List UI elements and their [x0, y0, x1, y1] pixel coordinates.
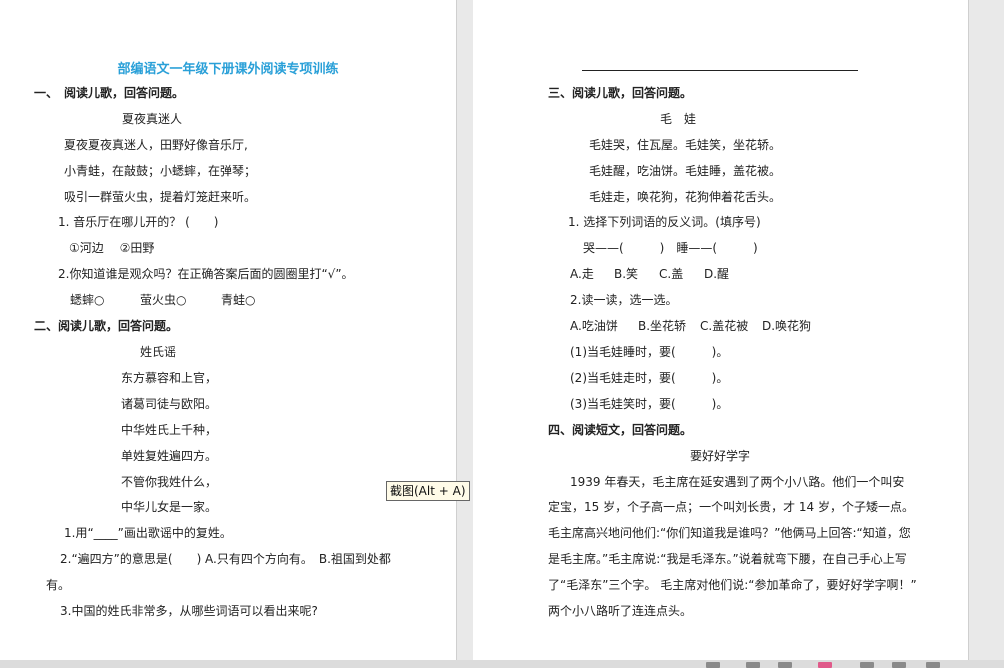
question-item: (2)当毛娃走时，要( )。 — [570, 371, 729, 385]
section-3-heading: 三、阅读儿歌，回答问题。 — [548, 86, 693, 100]
answer-option: 蟋蟀○ — [70, 293, 105, 307]
passage-line: 了“毛泽东”三个字。 毛主席对他们说:“参加革命了，要好好学字啊！” — [548, 578, 917, 592]
question: 1. 音乐厅在哪儿开的？ ( ) — [58, 215, 219, 229]
poem-line: 小青蛙，在敲鼓；小蟋蟀，在弹琴； — [64, 164, 257, 178]
answer-option: A.走 — [570, 267, 594, 281]
poem-title: 夏夜真迷人 — [122, 112, 183, 126]
answer-option: C.盖花被 — [700, 319, 749, 333]
poem-line: 毛娃哭，住瓦屋。毛娃笑，坐花轿。 — [589, 138, 782, 152]
poem-title: 毛 娃 — [660, 112, 697, 126]
question-item: (1)当毛娃睡时，要( )。 — [570, 345, 729, 359]
answer-option: D.唤花狗 — [762, 319, 812, 333]
answer-option: D.醒 — [704, 267, 730, 281]
status-bar — [0, 660, 1004, 668]
answer-option: 青蛙○ — [221, 293, 256, 307]
section-4-heading: 四、阅读短文，回答问题。 — [548, 423, 693, 437]
question: 2.读一读，选一选。 — [570, 293, 678, 307]
poem-line: 中华儿女是一家。 — [121, 500, 218, 514]
poem-line: 单姓复姓遍四方。 — [121, 449, 218, 463]
passage-line: 1939 年春天，毛主席在延安遇到了两个小八路。他们一个叫安 — [570, 475, 905, 489]
passage-line: 两个小八路听了连连点头。 — [548, 604, 693, 618]
passage-line: 定宝，15 岁，个子高一点；一个叫刘长贵，才 14 岁，个子矮一点。 — [548, 500, 914, 514]
section-2-heading: 二、阅读儿歌，回答问题。 — [34, 319, 179, 333]
question-pairs: 哭——( ) 睡——( ) — [583, 241, 758, 255]
view-mode-icon[interactable] — [706, 662, 720, 668]
question: 1. 选择下列词语的反义词。(填序号) — [568, 215, 761, 229]
poem-line: 毛娃醒，吃油饼。毛娃睡，盖花被。 — [589, 164, 782, 178]
zoom-out-icon[interactable] — [860, 662, 874, 668]
question-options: ①河边 ②田野 — [69, 241, 155, 255]
screenshot-shortcut-tooltip: 截图(Alt + A) — [386, 481, 470, 501]
poem-line: 不管你我姓什么， — [121, 475, 218, 489]
layout-icon[interactable] — [778, 662, 792, 668]
passage-line: 毛主席高兴地问他们:“你们知道我是谁吗？”他俩马上回答:“知道，您 — [548, 526, 911, 540]
answer-option: A.吃油饼 — [570, 319, 618, 333]
poem-line: 毛娃走，唤花狗，花狗伸着花舌头。 — [589, 190, 782, 204]
poem-line: 诸葛司徒与欧阳。 — [121, 397, 218, 411]
question: 2.你知道谁是观众吗？在正确答案后面的圆圈里打“√”。 — [58, 267, 354, 281]
page-view-icon[interactable] — [746, 662, 760, 668]
question-item: (3)当毛娃笑时，要( )。 — [570, 397, 729, 411]
page-divider — [968, 0, 969, 668]
page-divider — [456, 0, 457, 668]
blank-answer-line — [582, 70, 858, 71]
app-icon[interactable] — [818, 662, 832, 668]
zoom-in-icon[interactable] — [926, 662, 940, 668]
answer-option: 萤火虫○ — [140, 293, 187, 307]
answer-option: B.笑 — [614, 267, 639, 281]
document-title: 部编语文一年级下册课外阅读专项训练 — [117, 62, 339, 77]
answer-option: C.盖 — [659, 267, 684, 281]
poem-line: 东方慕容和上官， — [121, 371, 218, 385]
section-1-heading: 一、 阅读儿歌，回答问题。 — [34, 86, 185, 100]
question-continuation: 有。 — [46, 578, 71, 592]
passage-line: 是毛主席。”毛主席说:“我是毛泽东。”说着就弯下腰，在自己手心上写 — [548, 552, 907, 566]
passage-title: 要好好学字 — [690, 449, 751, 463]
poem-line: 夏夜夏夜真迷人，田野好像音乐厅, — [64, 138, 248, 152]
question: 3.中国的姓氏非常多，从哪些词语可以看出来呢? — [60, 604, 318, 618]
zoom-icon[interactable] — [892, 662, 906, 668]
question: 1.用“____”画出歌谣中的复姓。 — [64, 526, 232, 540]
poem-line: 中华姓氏上千种， — [121, 423, 218, 437]
question: 2.“遍四方”的意思是( ) A.只有四个方向有。 B.祖国到处都 — [60, 552, 391, 566]
poem-line: 吸引一群萤火虫，提着灯笼赶来听。 — [64, 190, 257, 204]
poem-title: 姓氏谣 — [140, 345, 177, 359]
answer-option: B.坐花轿 — [638, 319, 687, 333]
